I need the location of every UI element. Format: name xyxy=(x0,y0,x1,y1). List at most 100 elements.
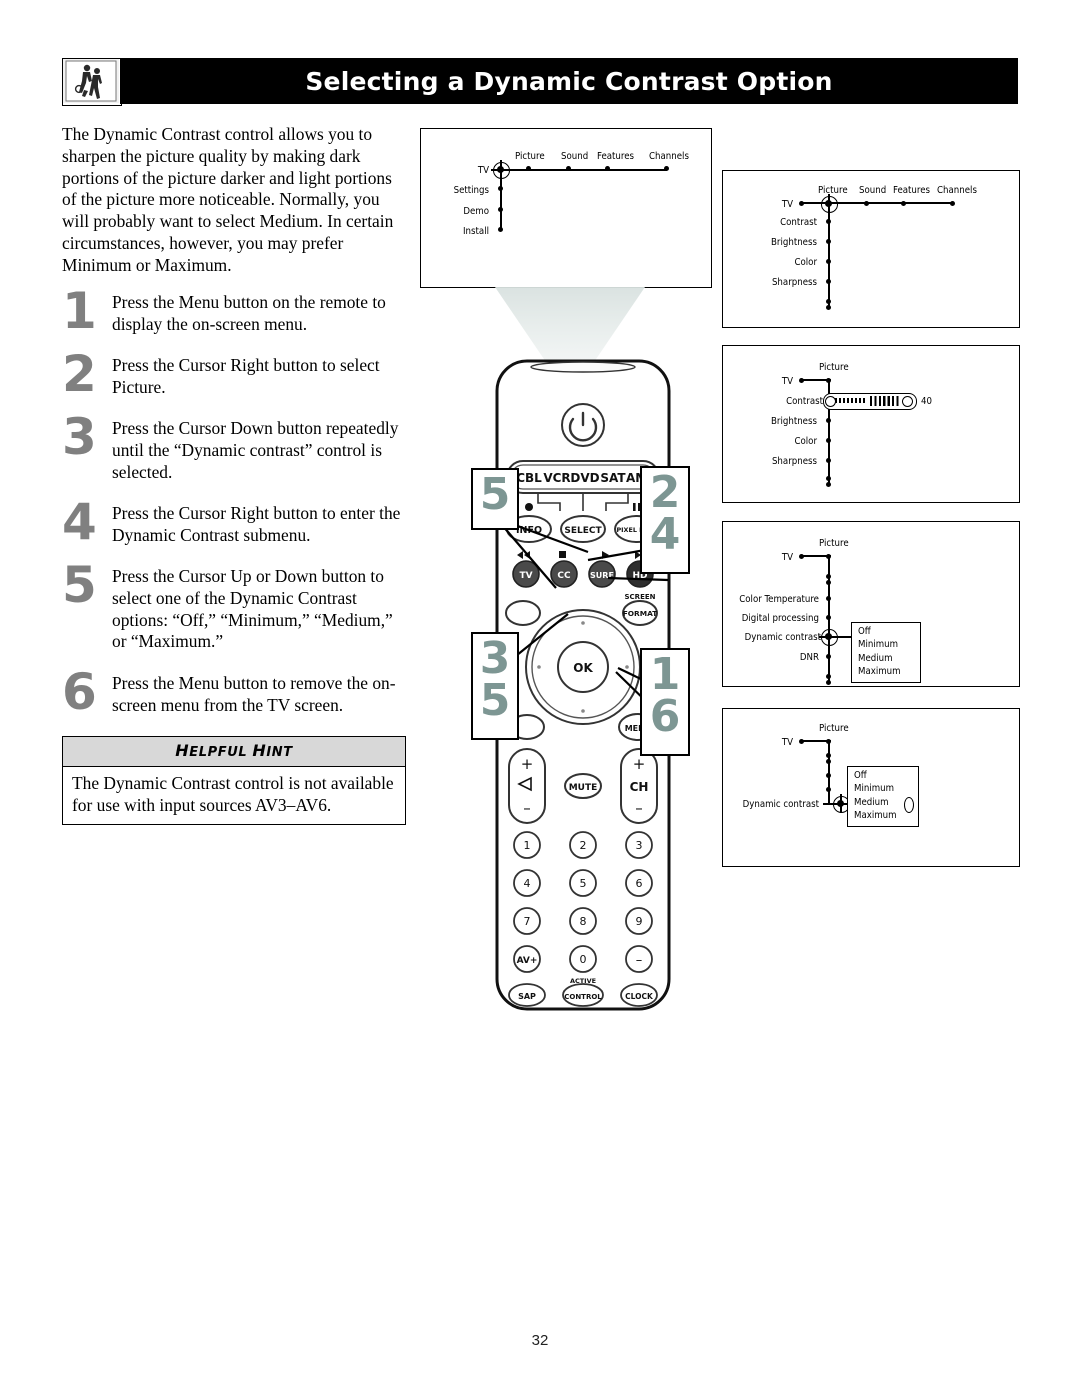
mute-button[interactable]: MUTE xyxy=(564,773,602,799)
cc-button[interactable]: CC xyxy=(550,560,578,588)
menu-label-brightness[interactable]: Brightness xyxy=(743,237,817,248)
key-7[interactable]: 7 xyxy=(513,907,541,935)
channel-minus: – xyxy=(635,799,643,817)
menu-node-dot xyxy=(826,580,831,585)
screen-format-button[interactable]: FORMAT xyxy=(622,600,658,626)
menu-label-sound[interactable]: Sound xyxy=(859,185,886,196)
key-8[interactable]: 8 xyxy=(569,907,597,935)
key-1[interactable]: 1 xyxy=(513,831,541,859)
option-maximum[interactable]: Maximum xyxy=(854,809,912,822)
menu-node-dot xyxy=(566,166,571,171)
svg-text:SAP: SAP xyxy=(518,992,536,1001)
key-2[interactable]: 2 xyxy=(569,831,597,859)
key-av-plus[interactable]: AV+ xyxy=(513,945,541,973)
menu-label-dynamic-contrast[interactable]: Dynamic contrast xyxy=(731,799,819,810)
active-control-button[interactable]: CONTROL xyxy=(562,983,604,1007)
key-0[interactable]: 0 xyxy=(569,945,597,973)
menu-label-dynamic-contrast[interactable]: Dynamic contrast xyxy=(729,632,821,643)
option-minimum[interactable]: Minimum xyxy=(858,638,914,651)
device-sat: SAT xyxy=(600,471,626,485)
menu-label-picture[interactable]: Picture xyxy=(515,151,545,162)
surf-button[interactable]: SURF xyxy=(588,560,616,588)
step-item: 3 Press the Cursor Down button repeatedl… xyxy=(62,412,407,490)
svg-text:SURF: SURF xyxy=(590,571,614,580)
svg-text:6: 6 xyxy=(636,877,643,890)
device-dvd: DVD xyxy=(570,471,599,485)
menu-label-contrast[interactable]: Contrast xyxy=(743,217,817,228)
option-medium[interactable]: Medium xyxy=(858,652,914,665)
menu-label-picture[interactable]: Picture xyxy=(819,362,849,373)
page-title: Selecting a Dynamic Contrast Option xyxy=(305,66,833,96)
menu-label-channels[interactable]: Channels xyxy=(937,185,977,196)
option-minimum[interactable]: Minimum xyxy=(854,782,912,795)
menu-label-brightness[interactable]: Brightness xyxy=(743,416,817,427)
key-5[interactable]: 5 xyxy=(569,869,597,897)
tv-screen-5: Picture TV Dynamic contrast Off Minimum … xyxy=(722,708,1020,867)
menu-connector-v xyxy=(827,741,830,803)
menu-label-contrast[interactable]: Contrast xyxy=(749,396,823,407)
step-text: Press the Cursor Up or Down button to se… xyxy=(112,566,393,652)
menu-label-settings[interactable]: Settings xyxy=(431,185,489,196)
menu-label-tv: TV xyxy=(477,165,489,176)
menu-label-picture[interactable]: Picture xyxy=(818,185,848,196)
select-button[interactable]: SELECT xyxy=(560,515,606,543)
menu-label-sharpness[interactable]: Sharpness xyxy=(743,277,817,288)
menu-label-picture[interactable]: Picture xyxy=(819,723,849,734)
svg-text:4: 4 xyxy=(524,877,531,890)
channel-rocker[interactable]: + CH – xyxy=(620,748,658,824)
menu-label-color[interactable]: Color xyxy=(743,436,817,447)
power-button[interactable] xyxy=(561,403,605,447)
menu-tree-4: Picture TV Color Temperature Digital pro… xyxy=(723,522,1019,686)
callout-left-top: 5 xyxy=(471,468,519,530)
menu-node-dot xyxy=(605,166,610,171)
key-6[interactable]: 6 xyxy=(625,869,653,897)
menu-label-features[interactable]: Features xyxy=(597,151,634,162)
menu-label-sound[interactable]: Sound xyxy=(561,151,588,162)
screen-format-label: SCREEN xyxy=(625,593,656,601)
menu-label-dnr[interactable]: DNR xyxy=(729,652,819,663)
callout-right-top: 2 4 xyxy=(640,466,690,574)
tv-button[interactable]: TV xyxy=(512,560,540,588)
menu-label-demo[interactable]: Demo xyxy=(431,206,489,217)
option-maximum[interactable]: Maximum xyxy=(858,665,914,678)
svg-text:3: 3 xyxy=(636,839,643,852)
step-item: 5 Press the Cursor Up or Down button to … xyxy=(62,560,407,660)
contrast-value: 40 xyxy=(921,396,932,407)
menu-label-channels[interactable]: Channels xyxy=(649,151,689,162)
sap-button[interactable]: SAP xyxy=(508,983,546,1007)
tv-screen-4: Picture TV Color Temperature Digital pro… xyxy=(722,521,1020,687)
menu-label-color-temperature[interactable]: Color Temperature xyxy=(729,594,819,605)
menu-tree-2: Picture Sound Features Channels TV Contr… xyxy=(723,171,1019,327)
slider-knob-left[interactable] xyxy=(825,395,836,407)
menu-node-dot xyxy=(826,753,831,758)
menu-label-sharpness[interactable]: Sharpness xyxy=(743,456,817,467)
menu-label-color[interactable]: Color xyxy=(743,257,817,268)
svg-text:7: 7 xyxy=(524,915,531,928)
menu-node-dot xyxy=(826,653,831,659)
dynamic-contrast-options: Off Minimum Medium Maximum xyxy=(851,622,921,683)
key-3[interactable]: 3 xyxy=(625,831,653,859)
key-9[interactable]: 9 xyxy=(625,907,653,935)
side-button-left[interactable] xyxy=(505,600,541,626)
key-4[interactable]: 4 xyxy=(513,869,541,897)
volume-rocker[interactable]: + – xyxy=(508,748,546,824)
svg-text:9: 9 xyxy=(636,915,643,928)
menu-label-digital-processing[interactable]: Digital processing xyxy=(729,613,819,624)
menu-label-picture[interactable]: Picture xyxy=(819,538,849,549)
menu-node-dot xyxy=(826,773,831,778)
contrast-slider[interactable] xyxy=(823,393,917,410)
option-off[interactable]: Off xyxy=(854,769,912,782)
ok-button[interactable]: OK xyxy=(557,641,609,693)
key-dash[interactable]: – xyxy=(625,945,653,973)
menu-label-features[interactable]: Features xyxy=(893,185,930,196)
cursor-up xyxy=(581,621,585,625)
step-number: 4 xyxy=(62,493,97,551)
slider-knob-right[interactable] xyxy=(902,395,913,407)
device-selector-row[interactable]: CBL VCR DVD SAT AMP xyxy=(506,460,660,494)
option-off[interactable]: Off xyxy=(858,625,914,638)
menu-label-install[interactable]: Install xyxy=(431,226,489,237)
svg-text:TV: TV xyxy=(519,571,532,581)
menu-node-dot xyxy=(901,200,906,206)
svg-text:CONTROL: CONTROL xyxy=(564,993,602,1001)
clock-button[interactable]: CLOCK xyxy=(620,983,658,1007)
